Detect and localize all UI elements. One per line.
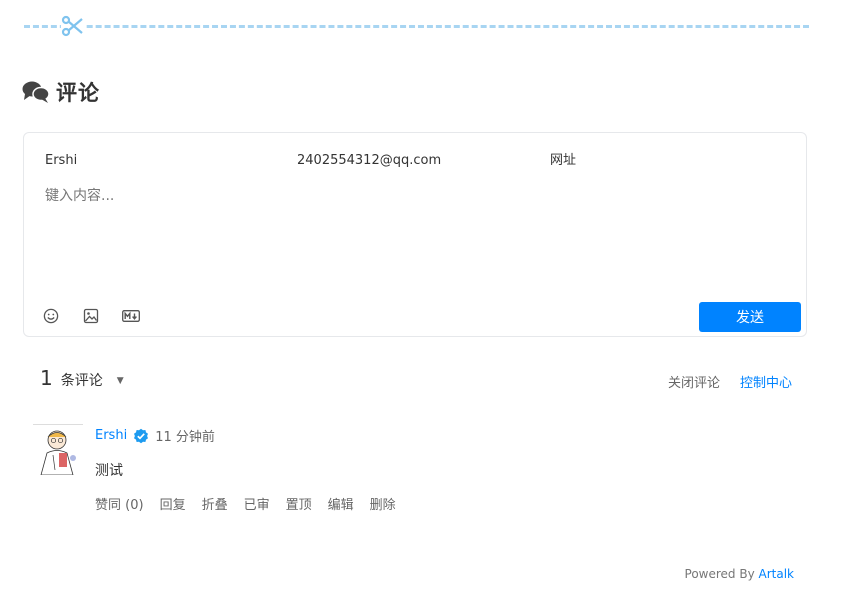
editor-header: [24, 147, 806, 173]
powered-by: Powered By Artalk: [685, 567, 794, 581]
comment-list-bar: 1 条评论 ▼ 关闭评论 控制中心: [40, 366, 792, 396]
content-textarea[interactable]: [45, 185, 785, 285]
vote-button[interactable]: 赞同 (0): [95, 494, 144, 513]
emoji-icon[interactable]: [42, 307, 60, 325]
comment-count-number: 1: [40, 366, 53, 390]
send-button[interactable]: 发送: [699, 302, 801, 332]
artalk-link[interactable]: Artalk: [759, 567, 794, 581]
close-comments-link[interactable]: 关闭评论: [668, 372, 720, 391]
verified-badge-icon: [133, 428, 149, 444]
image-icon[interactable]: [82, 307, 100, 325]
comment-header: Ershi 11 分钟前: [95, 426, 215, 445]
approve-button[interactable]: 已审: [244, 494, 270, 513]
page-title: 评论: [56, 81, 100, 105]
comment-count-label: 条评论: [60, 373, 103, 389]
admin-center-link[interactable]: 控制中心: [740, 372, 792, 391]
comment-count: 1 条评论 ▼: [40, 366, 124, 390]
nick-input[interactable]: [45, 147, 275, 173]
scissors-icon: [61, 14, 85, 38]
comment-item: Ershi 11 分钟前 测试 赞同 (0) 回复 折叠 已审 置顶 编辑 删除: [33, 424, 793, 514]
collapse-button[interactable]: 折叠: [202, 494, 228, 513]
email-input[interactable]: [297, 147, 527, 173]
editor-toolbar: [42, 307, 140, 325]
comment-actions: 赞同 (0) 回复 折叠 已审 置顶 编辑 删除: [95, 494, 396, 513]
avatar[interactable]: [33, 424, 83, 475]
markdown-icon[interactable]: [122, 307, 140, 325]
comment-heading: 评论: [22, 77, 100, 107]
edit-button[interactable]: 编辑: [328, 494, 354, 513]
comment-time: 11 分钟前: [155, 430, 215, 445]
pin-button[interactable]: 置顶: [286, 494, 312, 513]
sort-dropdown-caret-icon[interactable]: ▼: [117, 376, 124, 386]
link-input[interactable]: [550, 147, 780, 173]
comment-editor: 发送: [23, 132, 807, 337]
reply-button[interactable]: 回复: [160, 494, 186, 513]
comments-icon: [22, 80, 50, 104]
powered-by-label: Powered By: [684, 567, 755, 581]
delete-button[interactable]: 删除: [370, 494, 396, 513]
list-actions: 关闭评论 控制中心: [668, 372, 792, 391]
comment-author[interactable]: Ershi: [95, 428, 127, 443]
comment-content: 测试: [95, 463, 123, 479]
dashed-divider: [24, 25, 809, 28]
